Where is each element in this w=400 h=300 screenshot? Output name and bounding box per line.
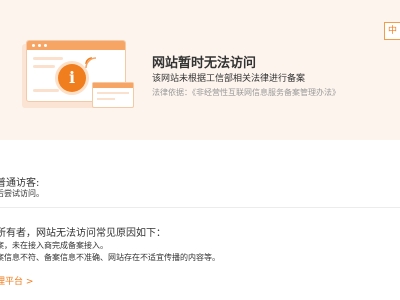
window-dot [44,44,47,47]
legal-basis: 法律依据：《非经营性互联网信息服务备案管理办法》 [152,87,340,98]
info-icon: i [58,64,86,92]
legal-link[interactable]: 《非经营性互联网信息服务备案管理办法》 [192,88,340,97]
placeholder-line [33,89,59,92]
mini-card [92,82,134,108]
hero-banner: 中 i 网站暂时无法访问 该网站未根据工信部相关法律进行备案 法律依据：《非经营… [0,0,400,140]
legal-prefix: 法律依据： [152,88,192,97]
mini-card-bar [93,83,133,88]
language-switch[interactable]: 中 [384,22,400,40]
placeholder-line [33,65,55,68]
window-dot [38,44,41,47]
visitor-section: 普通访客: 后尝试访问。 [0,158,400,208]
reason-item: 案，未在接入商完成备案接入。 [0,241,108,250]
owner-section: 所有者，网站无法访问常见原因如下： 案，未在接入商完成备案接入。 案信息不符、备… [0,208,400,300]
placeholder-line [33,57,63,60]
visitor-heading: 普通访客: [0,178,40,189]
page-title: 网站暂时无法访问 [152,56,257,71]
window-titlebar [27,41,125,50]
signal-icon [85,57,97,69]
browser-illustration: i [22,38,138,114]
page-subtitle: 该网站未根据工信部相关法律进行备案 [152,74,306,84]
reason-item: 案信息不符、备案信息不准确、网站存在不适宜传播的内容等。 [0,253,220,262]
mini-card-line [97,92,129,94]
owner-heading: 所有者，网站无法访问常见原因如下： [0,228,166,239]
visitor-tip: 后尝试访问。 [0,189,44,198]
window-dot [32,44,35,47]
platform-link[interactable]: 理平台 > [0,274,33,287]
mini-card-line [97,98,115,100]
